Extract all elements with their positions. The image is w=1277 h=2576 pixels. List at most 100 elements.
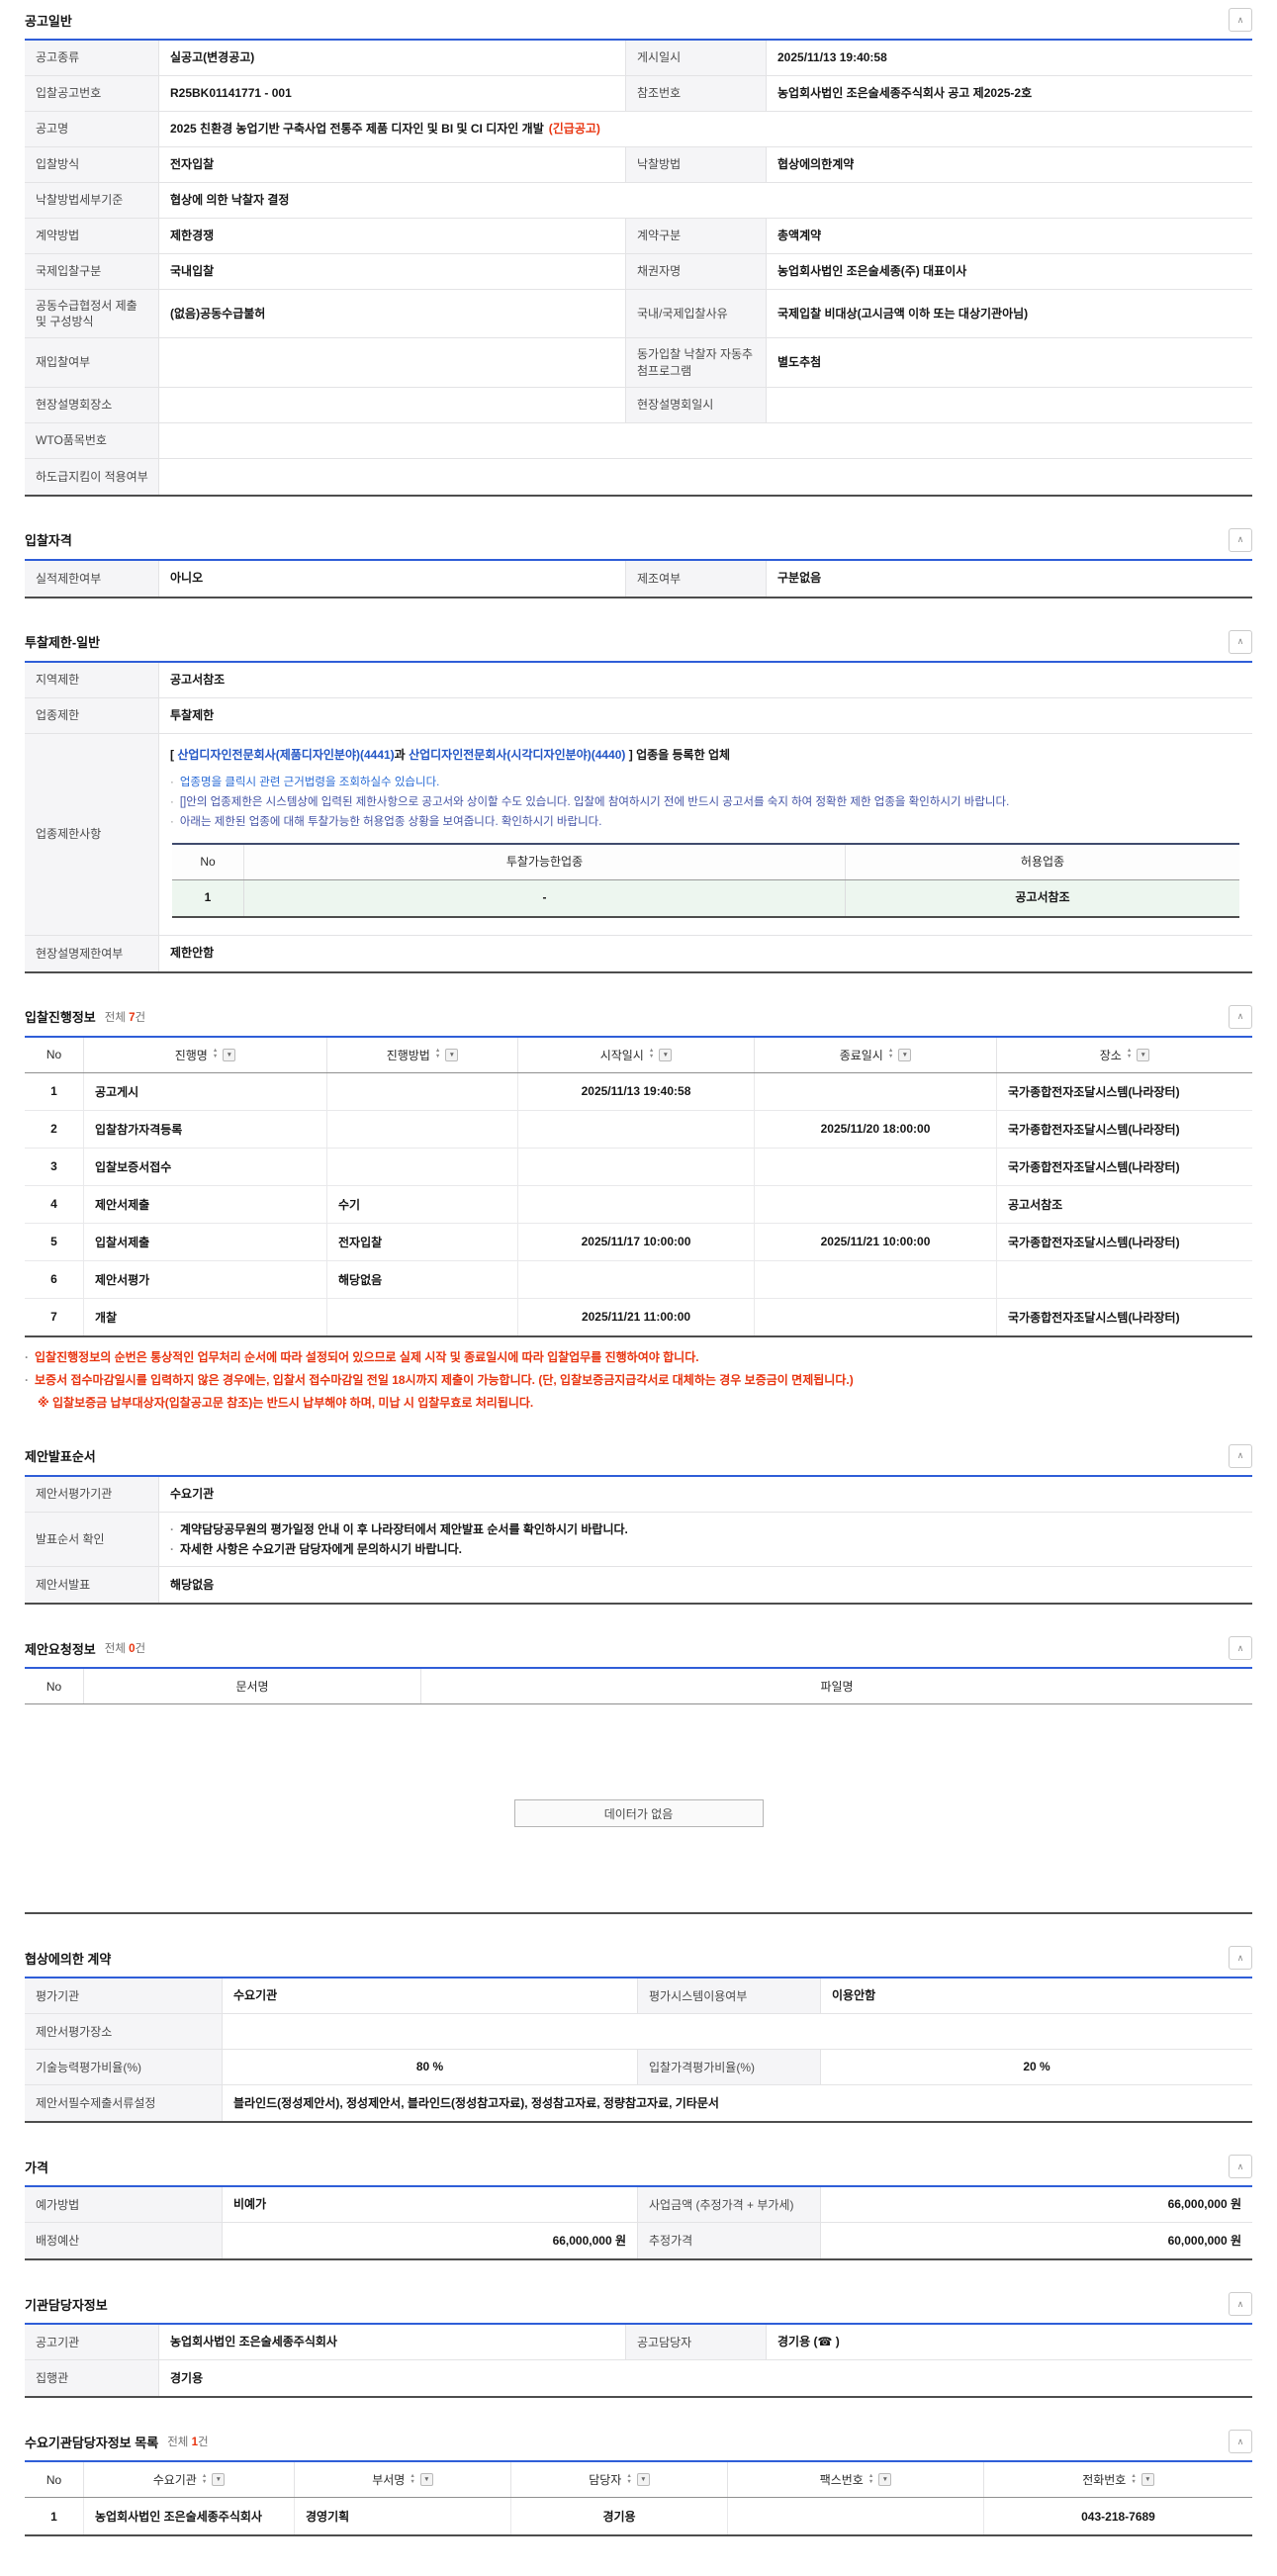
collapse-restriction-button[interactable]: ∧ (1229, 630, 1252, 654)
industry-link-visual-design[interactable]: 산업디자인전문회사(시각디자인분야)(4440) (409, 748, 625, 762)
sort-desc-icon: ▼ (213, 1055, 218, 1060)
column-header-fax: 팩스번호 ▲▼ ▼ (727, 2462, 983, 2497)
section-presentation-title: 제안발표순서 (25, 1446, 96, 1465)
field-label: 입찰가격평가비율(%) (638, 2050, 821, 2084)
filter-caret-icon: ▼ (216, 2476, 222, 2483)
chevron-up-icon: ∧ (1237, 1953, 1244, 1964)
cell-organization: 농업회사법인 조은술세종주식회사 (83, 2498, 294, 2534)
value-bullet-line: · 계약담당공무원의 평가일정 안내 이 후 나라장터에서 제안발표 순서를 확… (170, 1521, 1241, 1538)
filter-icon[interactable]: ▼ (878, 2473, 891, 2486)
collapse-presentation-button[interactable]: ∧ (1229, 1444, 1252, 1468)
field-value: 경기용 (159, 2360, 1252, 2396)
cell-start (517, 1149, 754, 1185)
collapse-request-button[interactable]: ∧ (1229, 1636, 1252, 1660)
cell-place: 국가종합전자조달시스템(나라장터) (996, 1111, 1252, 1148)
sort-icon[interactable]: ▲▼ (410, 2474, 414, 2486)
field-label: 게시일시 (626, 41, 767, 75)
table-row: 제안서필수제출서류설정 블라인드(정성제안서), 정성제안서, 블라인드(정성참… (25, 2085, 1252, 2121)
table-row: 1 공고게시 2025/11/13 19:40:58 국가종합전자조달시스템(나… (25, 1073, 1252, 1111)
column-header-label: 진행명 (175, 1047, 208, 1063)
column-header-label: 장소 (1100, 1047, 1122, 1063)
column-header-biddable: 투찰가능한업종 (243, 845, 845, 879)
table-row: 공고종류 실공고(변경공고) 게시일시 2025/11/13 19:40:58 (25, 41, 1252, 76)
collapse-progress-button[interactable]: ∧ (1229, 1005, 1252, 1029)
sort-icon[interactable]: ▲▼ (888, 1049, 893, 1060)
table-row: 하도급지킴이 적용여부 (25, 459, 1252, 495)
cell-method: 전자입찰 (326, 1224, 517, 1260)
industry-link-product-design[interactable]: 산업디자인전문회사(제품디자인분야)(4441) (177, 748, 394, 762)
filter-icon[interactable]: ▼ (898, 1049, 911, 1061)
section-agency-header: 기관담당자정보 ∧ (25, 2292, 1252, 2316)
sort-icon[interactable]: ▲▼ (202, 2474, 207, 2486)
filter-icon[interactable]: ▼ (420, 2473, 433, 2486)
field-label: 계약구분 (626, 219, 767, 253)
filter-icon[interactable]: ▼ (1141, 2473, 1154, 2486)
industry-note-text: []안의 업종제한은 시스템상에 입력된 제한사항으로 공고서와 상이할 수도 … (180, 794, 1009, 810)
field-value: 구분없음 (767, 561, 1252, 597)
cell-start (517, 1186, 754, 1223)
notice-title-text: 2025 친환경 농업기반 구축사업 전통주 제품 디자인 및 BI 및 CI … (170, 121, 544, 138)
field-value: 수요기관 (223, 1978, 638, 2013)
cell-method: 수기 (326, 1186, 517, 1223)
sort-icon[interactable]: ▲▼ (213, 1049, 218, 1060)
cell-method (326, 1299, 517, 1335)
section-demand-contacts-header: 수요기관담당자정보 목록 전체 1건 ∧ (25, 2430, 1252, 2453)
cell-place: 국가종합전자조달시스템(나라장터) (996, 1149, 1252, 1185)
filter-icon[interactable]: ▼ (212, 2473, 225, 2486)
total-count: 전체 7건 (105, 1009, 145, 1025)
collapse-price-button[interactable]: ∧ (1229, 2155, 1252, 2178)
industry-note-line: · []안의 업종제한은 시스템상에 입력된 제한사항으로 공고서와 상이할 수… (170, 794, 1241, 810)
sort-desc-icon: ▼ (435, 1055, 440, 1060)
field-value: 전자입찰 (159, 147, 626, 182)
field-value: 공고서참조 (159, 663, 1252, 697)
table-row: 집행관 경기용 (25, 2360, 1252, 2396)
demand-contacts-table-header: No 수요기관 ▲▼ ▼ 부서명 ▲▼ ▼ 담당자 ▲▼ ▼ 팩스번호 (25, 2462, 1252, 2498)
field-label: 낙찰방법세부기준 (25, 183, 159, 218)
section-price: 가격 ∧ 예가방법 비예가 사업금액 (추정가격 + 부가세) 66,000,0… (25, 2155, 1252, 2260)
request-table-header: No 문서명 파일명 (25, 1669, 1252, 1704)
column-header-method: 진행방법 ▲▼ ▼ (326, 1038, 517, 1072)
section-general-header: 공고일반 ∧ (25, 8, 1252, 32)
filter-icon[interactable]: ▼ (637, 2473, 650, 2486)
collapse-negotiation-button[interactable]: ∧ (1229, 1946, 1252, 1970)
section-qualification-title: 입찰자격 (25, 530, 72, 549)
section-negotiation-header: 협상에의한 계약 ∧ (25, 1946, 1252, 1970)
field-value: R25BK01141771 - 001 (159, 76, 626, 111)
cell-place: 공고서참조 (996, 1186, 1252, 1223)
notice-title-value: 2025 친환경 농업기반 구축사업 전통주 제품 디자인 및 BI 및 CI … (159, 112, 1252, 146)
filter-icon[interactable]: ▼ (445, 1049, 458, 1061)
sort-icon[interactable]: ▲▼ (435, 1049, 440, 1060)
field-value: 제한경쟁 (159, 219, 626, 253)
collapse-qualification-button[interactable]: ∧ (1229, 528, 1252, 552)
column-header-document: 문서명 (83, 1669, 420, 1703)
table-row: 제안서발표 해당없음 (25, 1567, 1252, 1603)
filter-icon[interactable]: ▼ (1137, 1049, 1149, 1061)
table-row: 평가기관 수요기관 평가시스템이용여부 이용안함 (25, 1978, 1252, 2014)
field-label: WTO품목번호 (25, 423, 159, 458)
section-price-header: 가격 ∧ (25, 2155, 1252, 2178)
section-qualification-header: 입찰자격 ∧ (25, 528, 1252, 552)
collapse-general-button[interactable]: ∧ (1229, 8, 1252, 32)
sort-icon[interactable]: ▲▼ (1127, 1049, 1132, 1060)
cell-step-name: 입찰서제출 (83, 1224, 326, 1260)
field-value (223, 2014, 1252, 2049)
cell-step-name: 공고게시 (83, 1073, 326, 1110)
cell-no: 3 (25, 1149, 83, 1185)
table-row: 6 제안서평가 해당없음 (25, 1261, 1252, 1299)
sort-icon[interactable]: ▲▼ (1131, 2474, 1136, 2486)
sort-icon[interactable]: ▲▼ (626, 2474, 631, 2486)
table-row: 현장설명회장소 현장설명회일시 (25, 388, 1252, 423)
cell-allowed: 공고서참조 (845, 880, 1239, 916)
value-bullet-line: · 자세한 사항은 수요기관 담당자에게 문의하시기 바랍니다. (170, 1541, 1241, 1558)
sort-icon[interactable]: ▲▼ (649, 1049, 654, 1060)
general-table: 공고종류 실공고(변경공고) 게시일시 2025/11/13 19:40:58 … (25, 39, 1252, 497)
collapse-agency-button[interactable]: ∧ (1229, 2292, 1252, 2316)
cell-end (754, 1149, 996, 1185)
collapse-demand-contacts-button[interactable]: ∧ (1229, 2430, 1252, 2453)
column-header-label: 수요기관 (153, 2471, 197, 2488)
chevron-up-icon: ∧ (1237, 534, 1244, 545)
sort-icon[interactable]: ▲▼ (868, 2474, 873, 2486)
filter-caret-icon: ▼ (1140, 1052, 1146, 1058)
filter-icon[interactable]: ▼ (223, 1049, 235, 1061)
filter-icon[interactable]: ▼ (659, 1049, 672, 1061)
